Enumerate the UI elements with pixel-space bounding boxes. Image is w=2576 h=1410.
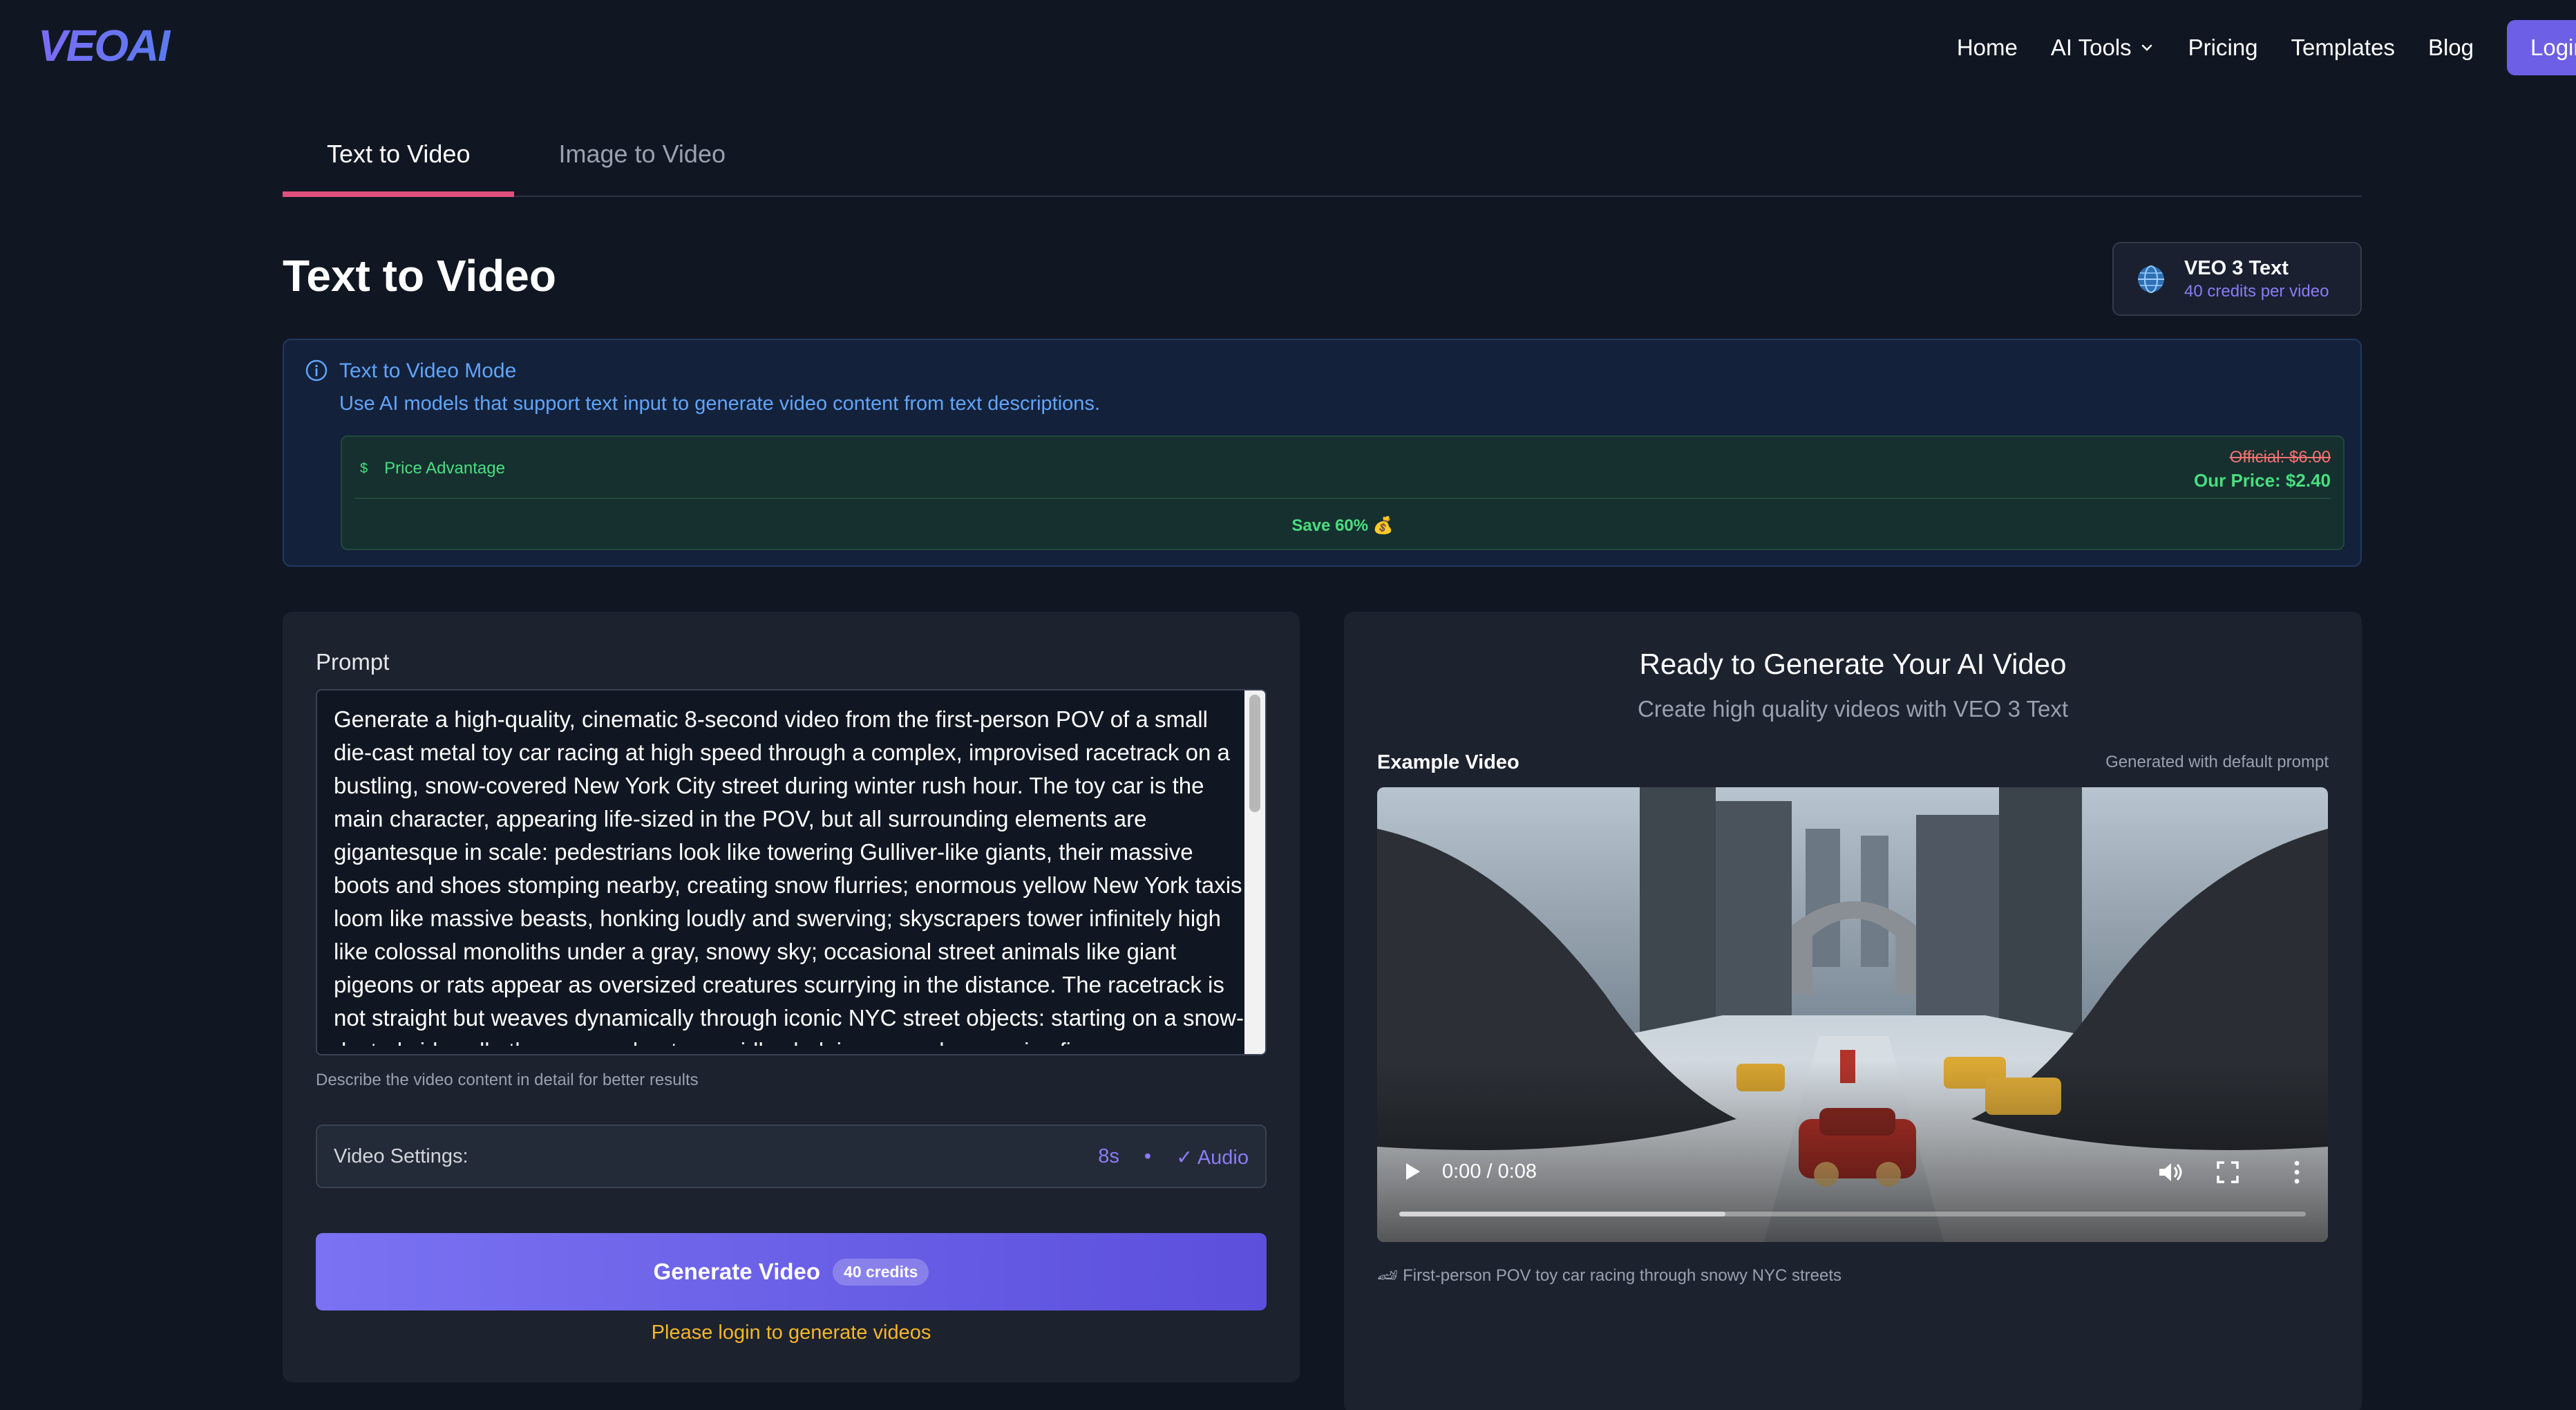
price-advantage-label: $ Price Advantage: [360, 459, 505, 478]
nav-pricing-link[interactable]: Pricing: [2188, 35, 2258, 61]
info-icon: [305, 359, 328, 382]
video-progress-bar[interactable]: [1399, 1212, 2306, 1216]
video-settings-label: Video Settings:: [334, 1145, 468, 1167]
price-advantage-box: $ Price Advantage Official: $6.00 Our Pr…: [341, 435, 2345, 550]
login-button[interactable]: Login: [2507, 20, 2576, 75]
nav-links: Home AI Tools Pricing Templates Blog Log…: [1957, 20, 2576, 75]
globe-icon: [2138, 265, 2164, 293]
example-video-player[interactable]: 0:00 / 0:08: [1377, 787, 2328, 1242]
info-description: Use AI models that support text input to…: [339, 393, 1100, 415]
top-nav: VEOAI Home AI Tools Pricing Templates Bl…: [0, 0, 2576, 94]
dollar-icon: $: [360, 460, 368, 476]
preview-title: Ready to Generate Your AI Video: [1639, 648, 2067, 680]
tab-text-to-video[interactable]: Text to Video: [283, 131, 515, 197]
video-settings-bar[interactable]: Video Settings: 8s • ✓ Audio: [316, 1125, 1267, 1188]
page-title: Text to Video: [283, 251, 556, 301]
example-video-note: Generated with default prompt: [2105, 753, 2329, 771]
prompt-text[interactable]: Generate a high-quality, cinematic 8-sec…: [334, 703, 1246, 1046]
audio-value: ✓ Audio: [1176, 1147, 1249, 1169]
official-price: Official: $6.00: [2229, 448, 2331, 467]
model-card[interactable]: VEO 3 Text 40 credits per video: [2112, 242, 2362, 316]
video-progress-fill: [1399, 1212, 1726, 1216]
separator-dot: •: [1144, 1145, 1152, 1167]
our-price: Our Price: $2.40: [2194, 470, 2331, 491]
prompt-hint: Describe the video content in detail for…: [316, 1071, 699, 1089]
video-caption: 🏎 First-person POV toy car racing throug…: [1377, 1266, 1842, 1285]
preview-panel: Ready to Generate Your AI Video Create h…: [1344, 612, 2362, 1410]
nav-ai-tools-label: AI Tools: [2050, 35, 2132, 60]
tab-image-to-video[interactable]: Image to Video: [514, 131, 770, 197]
video-controls: 0:00 / 0:08: [1377, 787, 2328, 1242]
video-time: 0:00 / 0:08: [1442, 1160, 1537, 1183]
volume-icon[interactable]: [2157, 1159, 2183, 1185]
prompt-textarea[interactable]: Generate a high-quality, cinematic 8-sec…: [316, 689, 1267, 1055]
chevron-down-icon: [2141, 44, 2152, 51]
nav-home-link[interactable]: Home: [1957, 35, 2018, 61]
price-advantage-text: Price Advantage: [384, 459, 505, 478]
fullscreen-icon[interactable]: [2216, 1160, 2239, 1184]
prompt-panel: Prompt Generate a high-quality, cinemati…: [283, 612, 1300, 1382]
model-credits: 40 credits per video: [2184, 281, 2329, 301]
nav-ai-tools-menu[interactable]: AI Tools: [2051, 35, 2155, 61]
preview-subtitle: Create high quality videos with VEO 3 Te…: [1637, 696, 2069, 722]
veoai-logo[interactable]: VEOAI: [38, 25, 211, 68]
nav-blog-link[interactable]: Blog: [2428, 35, 2474, 61]
video-settings-values: 8s • ✓ Audio: [1098, 1145, 1249, 1169]
mode-info-box: Text to Video Mode Use AI models that su…: [283, 339, 2362, 567]
savings-text: Save 60% 💰: [1291, 516, 1394, 535]
price-divider: [354, 498, 2331, 499]
nav-templates-link[interactable]: Templates: [2291, 35, 2395, 61]
generate-video-button[interactable]: Generate Video 40 credits: [316, 1233, 1267, 1310]
example-video-label: Example Video: [1377, 751, 1519, 773]
info-title: Text to Video Mode: [339, 359, 517, 382]
login-required-note[interactable]: Please login to generate videos: [283, 1322, 1300, 1344]
svg-text:VEOAI: VEOAI: [38, 25, 171, 68]
prompt-scrollbar[interactable]: [1244, 690, 1265, 1054]
generate-video-label: Generate Video: [653, 1259, 821, 1284]
duration-value: 8s: [1098, 1145, 1119, 1167]
model-name: VEO 3 Text: [2184, 256, 2289, 279]
more-options-icon[interactable]: [2292, 1159, 2302, 1185]
play-icon[interactable]: [1402, 1160, 1423, 1183]
mode-tabs: Text to Video Image to Video: [283, 131, 2362, 197]
credits-badge: 40 credits: [833, 1258, 929, 1286]
prompt-label: Prompt: [316, 649, 390, 675]
model-info: VEO 3 Text 40 credits per video: [2184, 256, 2329, 303]
prompt-scrollbar-thumb[interactable]: [1249, 695, 1260, 812]
